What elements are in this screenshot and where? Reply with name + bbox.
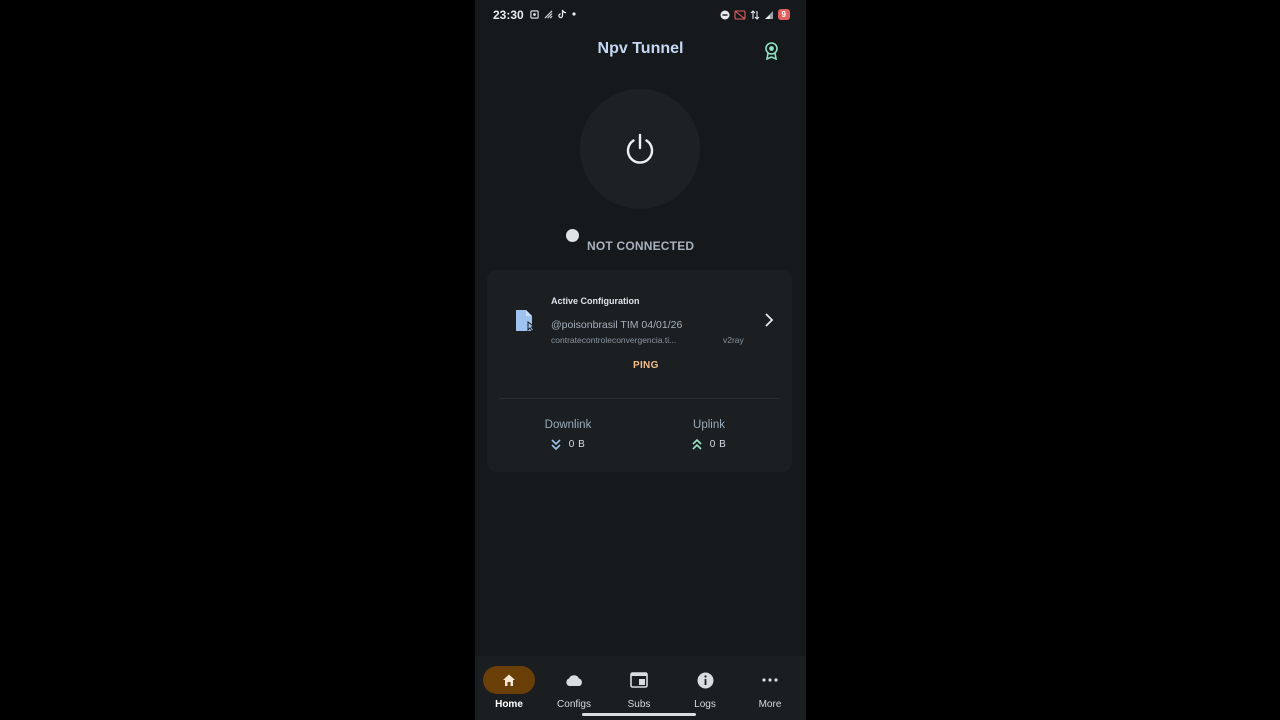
award-badge-icon [764,42,778,60]
battery-icon: 9 [777,9,790,20]
screenshot-icon [530,9,539,19]
nav-subs-label: Subs [627,699,651,710]
active-configuration-label: Active Configuration [551,296,640,306]
status-right-icons: 9 [720,9,790,20]
app-title: Npv Tunnel [597,40,684,57]
nav-home[interactable]: Home [479,666,539,710]
card-divider [499,398,780,399]
dnd-icon [720,10,730,19]
signal-icon [544,10,553,18]
phone-screen: 23:30 9 Npv Tunnel NOT CONNECTED Active … [475,0,806,720]
nav-logs-label: Logs [694,699,716,710]
award-badge-button[interactable] [761,40,781,62]
nav-subs[interactable]: Subs [609,666,669,710]
nav-configs-label: Configs [557,699,591,710]
downlink-value: 0 B [568,439,586,450]
nav-home-label: Home [495,699,523,710]
subscriptions-icon [630,672,648,688]
nav-more-label: More [758,699,782,710]
uplink-stat: Uplink 0 B [659,419,759,450]
uplink-label: Uplink [693,419,725,431]
downlink-label: Downlink [544,419,592,431]
downlink-stat: Downlink 0 B [518,419,618,450]
cast-off-icon [733,9,746,20]
cloud-icon [566,674,582,686]
power-button[interactable] [580,89,700,209]
double-chevron-up-icon [692,439,702,450]
bottom-navigation: Home Configs Subs Logs More [475,656,806,720]
data-icon [750,9,759,20]
config-host: contratecontroleconvergencia.ti... [551,335,677,345]
config-name: @poisonbrasil TIM 04/01/26 [551,319,683,331]
home-icon [503,674,515,686]
connection-status-dot [566,229,579,242]
config-file-icon [516,310,536,332]
more-icon [762,678,778,682]
chevron-right-icon [765,313,774,327]
ping-button[interactable]: PING [633,360,659,371]
gesture-bar[interactable] [582,713,696,716]
status-left-icons [530,9,576,19]
nav-configs[interactable]: Configs [544,666,604,710]
nav-more[interactable]: More [740,666,800,710]
active-configuration-card: Active Configuration @poisonbrasil TIM 0… [487,270,792,472]
status-bar: 23:30 9 [475,0,806,30]
config-type: v2ray [723,335,744,345]
double-chevron-down-icon [551,439,561,450]
cell-signal-icon [764,10,773,19]
tiktok-icon [558,9,567,19]
dot-icon [572,12,576,16]
status-time: 23:30 [493,8,524,22]
info-icon [697,672,713,688]
nav-logs[interactable]: Logs [675,666,735,710]
uplink-value: 0 B [709,439,727,450]
power-icon [626,133,654,164]
connection-status: NOT CONNECTED [587,239,695,253]
